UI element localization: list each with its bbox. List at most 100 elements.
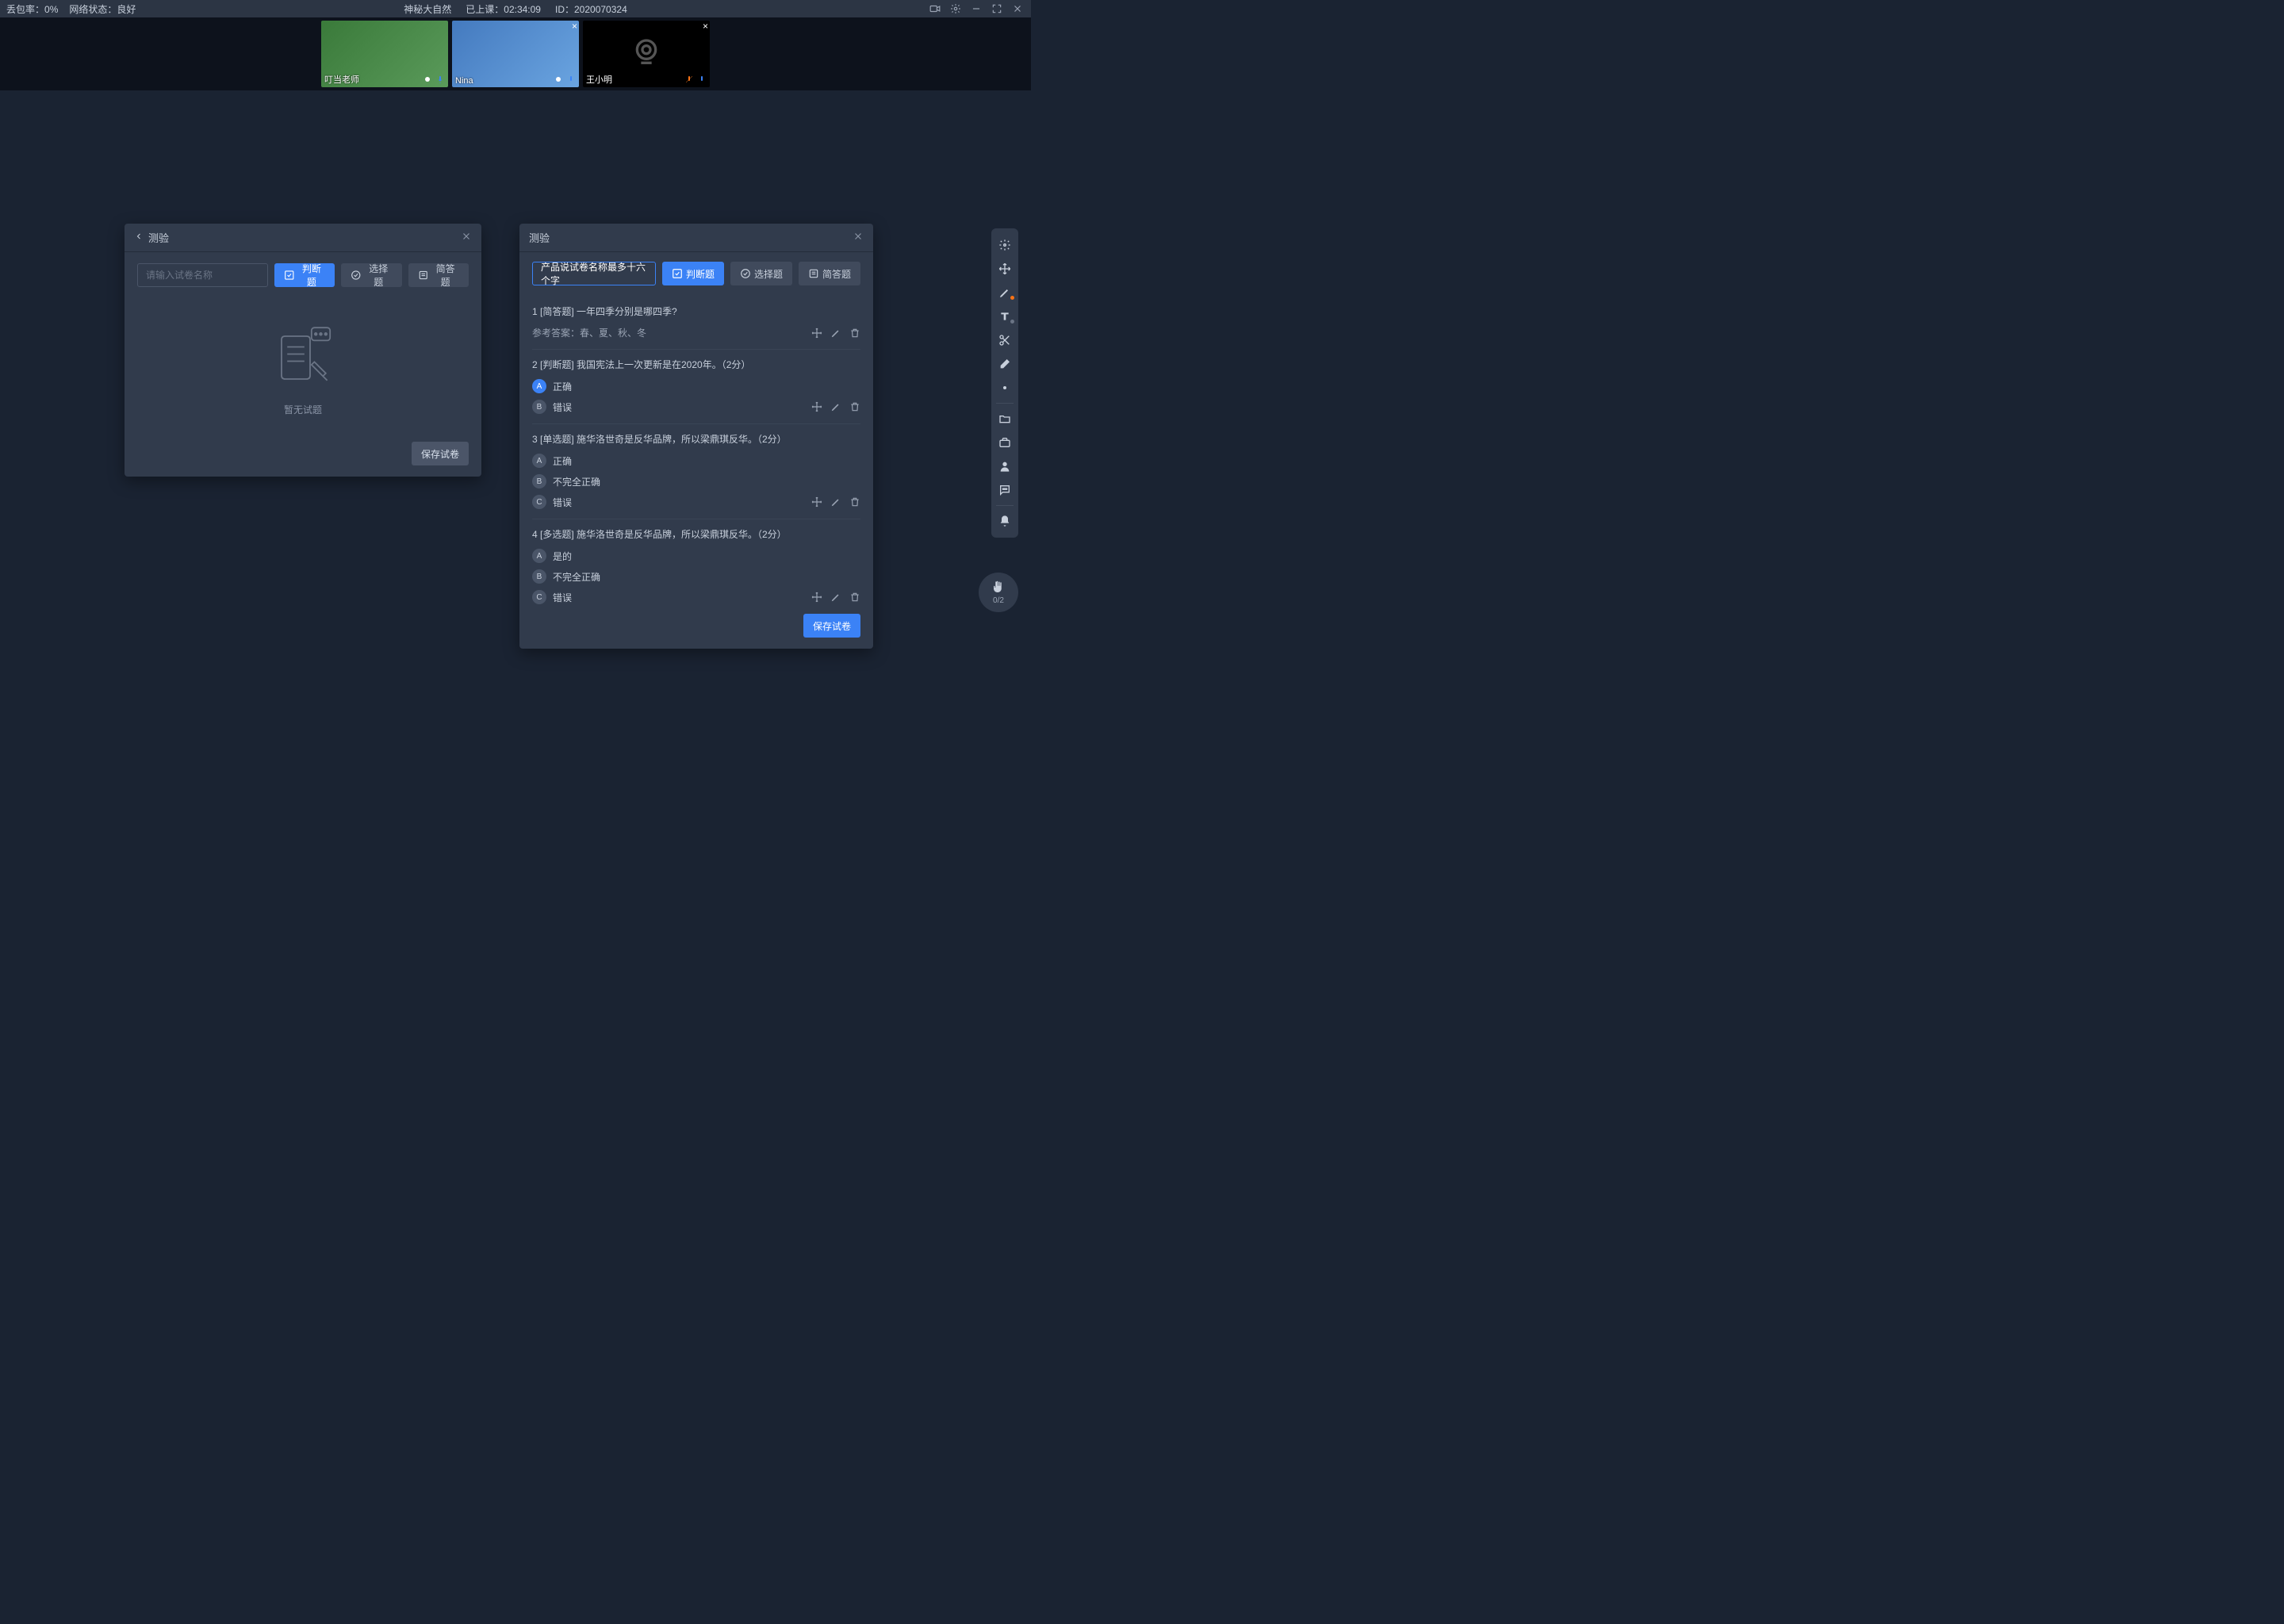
question-list[interactable]: 1 [简答题] 一年四季分别是哪四季?参考答案：春、夏、秋、冬 2 [判断题] … [532,297,873,606]
question-title: 4 [多选题] 施华洛世奇是反华品牌，所以梁鼎琪反华。（2分） [532,527,860,541]
video-tile-student[interactable]: × Nina [452,21,579,87]
user-icon[interactable] [991,454,1018,478]
mic-on-icon [435,75,445,84]
scissors-icon[interactable] [991,328,1018,352]
question-actions [811,496,860,508]
delete-icon[interactable] [849,496,860,508]
audio-icon [697,75,707,84]
exam-name-input[interactable]: 产品说试卷名称最多十六个字 [532,262,656,285]
text-icon[interactable] [991,304,1018,328]
option-text: 正确 [553,454,572,468]
camera-toggle-icon[interactable] [928,2,942,16]
question-option[interactable]: C 错误 [532,495,572,509]
empty-state: 暂无试题 [137,298,469,424]
empty-illustration-icon [267,322,339,393]
whiteboard-toolbar [991,228,1018,538]
choice-button[interactable]: 选择题 [730,262,792,285]
question-option[interactable]: A 正确 [532,454,572,468]
settings-icon[interactable] [948,2,963,16]
short-answer-button[interactable]: 简答题 [408,263,469,287]
save-exam-button[interactable]: 保存试卷 [412,442,469,465]
quiz-panel-filled: 测验 产品说试卷名称最多十六个字 判断题 选择题 简答题 1 [简答题] 一年四… [519,224,873,649]
option-text: 是的 [553,550,572,563]
option-badge: B [532,400,546,414]
eraser-icon[interactable] [991,352,1018,376]
course-title: 神秘大自然 [404,2,451,16]
edit-icon[interactable] [830,496,841,508]
question-item: 2 [判断题] 我国宪法上一次更新是在2020年。（2分）A正确B错误 [532,350,860,424]
move-icon[interactable] [811,327,822,339]
tile-close-icon[interactable]: × [703,21,708,32]
question-actions [811,592,860,603]
move-icon[interactable] [811,592,822,603]
close-window-icon[interactable] [1010,2,1025,16]
option-text: 正确 [553,380,572,393]
question-option[interactable]: B 不完全正确 [532,474,600,488]
status-bar: 丢包率：0% 网络状态：良好 神秘大自然 已上课：02:34:09 ID：202… [0,0,1031,17]
option-badge: C [532,495,546,509]
question-actions [811,327,860,339]
participant-name: 叮当老师 [324,73,359,86]
delete-icon[interactable] [849,327,860,339]
edit-icon[interactable] [830,401,841,412]
option-badge: A [532,549,546,563]
chat-icon[interactable] [991,478,1018,502]
class-duration: 已上课：02:34:09 [466,2,541,16]
toolbox-icon[interactable] [991,431,1018,454]
question-option[interactable]: A 正确 [532,379,572,393]
tile-close-icon[interactable]: × [572,21,577,32]
packet-loss: 丢包率：0% [6,2,58,16]
short-answer-button[interactable]: 简答题 [799,262,860,285]
participant-name: 王小明 [586,73,612,86]
question-option[interactable]: A 是的 [532,549,572,563]
delete-icon[interactable] [849,401,860,412]
move-icon[interactable] [811,496,822,508]
panel-title: 测验 [529,230,550,245]
hand-raise-button[interactable]: 0/2 [979,573,1018,612]
question-actions [811,401,860,412]
option-text: 不完全正确 [553,475,600,488]
folder-icon[interactable] [991,407,1018,431]
option-badge: C [532,590,546,604]
exam-name-input[interactable] [137,263,268,287]
back-icon[interactable] [134,232,144,243]
question-title: 3 [单选题] 施华洛世奇是反华品牌，所以梁鼎琪反华。（2分） [532,432,860,446]
close-icon[interactable] [461,231,472,244]
camera-on-icon [423,75,432,84]
video-tile-teacher[interactable]: 叮当老师 [321,21,448,87]
move-icon[interactable] [991,257,1018,281]
minimize-icon[interactable] [969,2,983,16]
video-tile-student[interactable]: × 王小明 [583,21,710,87]
true-false-button[interactable]: 判断题 [662,262,724,285]
question-option[interactable]: C 错误 [532,590,572,604]
option-text: 错误 [553,496,572,509]
option-text: 不完全正确 [553,570,600,584]
option-badge: B [532,569,546,584]
true-false-button[interactable]: 判断题 [274,263,335,287]
mic-muted-icon [684,75,694,84]
fullscreen-icon[interactable] [990,2,1004,16]
bell-icon[interactable] [991,509,1018,533]
cursor-click-icon[interactable] [991,233,1018,257]
option-badge: A [532,379,546,393]
move-icon[interactable] [811,401,822,412]
question-option[interactable]: B 错误 [532,400,572,414]
pen-icon[interactable] [991,281,1018,304]
option-text: 错误 [553,400,572,414]
option-badge: A [532,454,546,468]
save-exam-button[interactable]: 保存试卷 [803,614,860,638]
question-item: 4 [多选题] 施华洛世奇是反华品牌，所以梁鼎琪反华。（2分） A 是的 B 不完全正确… [532,519,860,606]
session-id: ID：2020070324 [555,2,627,16]
video-tiles-row: 叮当老师 × Nina × 王小明 [0,17,1031,90]
edit-icon[interactable] [830,327,841,339]
edit-icon[interactable] [830,592,841,603]
option-text: 错误 [553,591,572,604]
delete-icon[interactable] [849,592,860,603]
network-status: 网络状态：良好 [69,2,136,16]
dim-icon[interactable] [991,376,1018,400]
close-icon[interactable] [853,231,864,244]
question-option[interactable]: B 不完全正确 [532,569,600,584]
panel-title: 测验 [148,230,169,245]
option-badge: B [532,474,546,488]
choice-button[interactable]: 选择题 [341,263,401,287]
